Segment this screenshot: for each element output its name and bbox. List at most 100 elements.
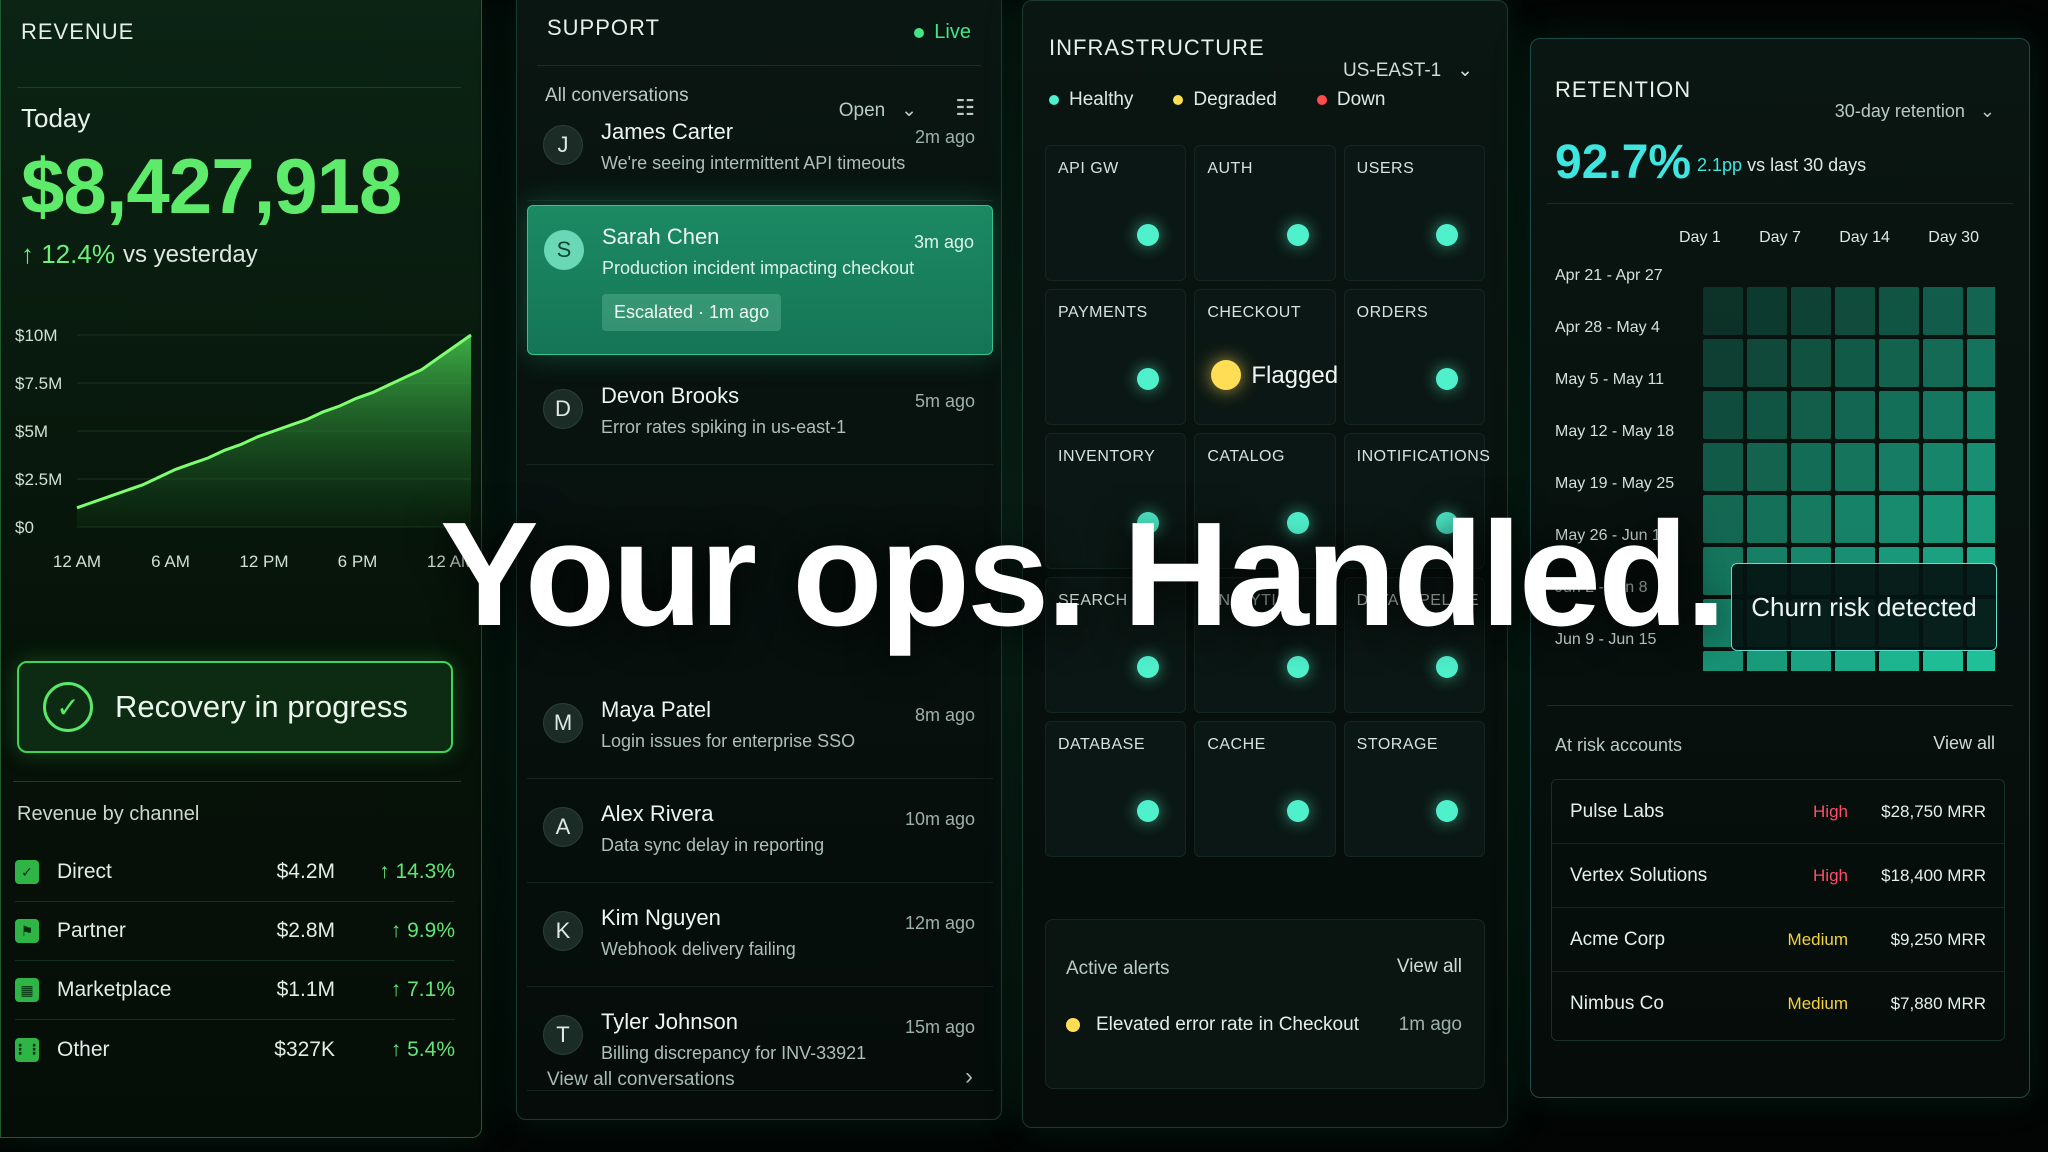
channel-row[interactable]: ✓ Direct $4.2M ↑ 14.3% [15, 843, 455, 902]
heatmap-cell [1923, 651, 1963, 671]
contact-name: Sarah Chen [602, 224, 720, 249]
status-dot-icon [1435, 800, 1458, 822]
channel-name: Other [57, 1037, 110, 1061]
service-tile[interactable]: PAYMENTS [1045, 289, 1187, 425]
service-tile[interactable]: CHECKOUT Flagged [1194, 289, 1338, 425]
day-label: Day 7 [1759, 229, 1801, 246]
conversation-item[interactable]: K Kim Nguyen Webhook delivery failing 12m a… [527, 887, 993, 987]
conversation-item[interactable]: J James Carter We're seeing intermittent A… [527, 101, 993, 201]
legend-degraded: Degraded [1173, 89, 1277, 111]
channel-name: Partner [57, 919, 126, 942]
revenue-chart: $10M$7.5M$5M$2.5M$012 AM 6 AM 12 PM 6 PM 12 … [15, 326, 475, 571]
service-tile[interactable]: API GW [1045, 145, 1187, 281]
heatmap-cell [1747, 495, 1787, 543]
status-dot-icon [1137, 224, 1160, 246]
active-alerts-card: Active alerts View all Elevated error ra… [1045, 919, 1485, 1089]
live-dot-icon [914, 27, 925, 38]
account-row[interactable]: Acme Corp Medium $9,250 MRR [1552, 908, 2004, 972]
at-risk-view-all-link[interactable]: View all [1933, 733, 1995, 754]
revenue-title: REVENUE [21, 19, 135, 44]
heatmap-cell [1879, 495, 1919, 543]
channel-row[interactable]: ▦ Marketplace $1.1M ↑ 7.1% [15, 961, 455, 1020]
heatmap-cell [1835, 443, 1875, 491]
conversation-item[interactable]: A Alex Rivera Data sync delay in reporting… [527, 783, 993, 883]
heatmap-cell [1791, 391, 1831, 439]
message-preview: Data sync delay in reporting [601, 835, 825, 855]
cohort-label: May 5 - May 11 [1555, 371, 1665, 388]
delta-suffix: vs yesterday [122, 240, 258, 268]
divider [17, 87, 461, 88]
heatmap-cell [1791, 651, 1831, 671]
revenue-panel: REVENUE Today $8,427,918 ↑ 12.4% vs yest… [0, 0, 482, 1138]
alert-row[interactable]: Elevated error rate in Checkout 1m ago [1066, 1014, 1462, 1036]
heatmap-cell [1879, 287, 1919, 335]
today-label: Today [21, 103, 91, 133]
retention-dropdown[interactable]: 30-day retention ⌄ [1835, 101, 1995, 122]
account-mrr: $7,880 MRR [1890, 994, 1986, 1013]
heatmap-cell [1835, 391, 1875, 439]
contact-name: Maya Patel [601, 697, 712, 722]
service-name: DATABASE [1058, 736, 1145, 753]
channel-pct: ↑ 5.4% [390, 1037, 455, 1061]
avatar: J [543, 125, 583, 165]
account-row[interactable]: Nimbus Co Medium $7,880 MRR [1552, 972, 2004, 1036]
heatmap-cell [1747, 391, 1787, 439]
channel-pct: ↑ 9.9% [390, 919, 455, 942]
heatmap-cell [1923, 391, 1963, 439]
service-name: CATALOG [1207, 448, 1285, 465]
churn-risk-callout[interactable]: Churn risk detected [1731, 563, 1997, 651]
heatmap-cell [1747, 651, 1787, 671]
service-name: CHECKOUT [1207, 304, 1302, 321]
message-preview: Billing discrepancy for INV-33921 [601, 1043, 867, 1063]
divider [1547, 705, 2013, 706]
service-tile[interactable]: USERS [1343, 145, 1485, 281]
partner-icon: ⚑ [15, 919, 39, 943]
avatar: K [543, 911, 583, 951]
service-tile[interactable]: CACHE [1194, 721, 1336, 857]
heatmap-cell [1703, 339, 1743, 387]
heatmap-cell [1747, 443, 1787, 491]
avatar: A [543, 807, 583, 847]
conversation-item[interactable]: D Devon Brooks Error rates spiking in us-e… [527, 365, 993, 465]
contact-name: Devon Brooks [601, 383, 740, 408]
heatmap-cell [1791, 339, 1831, 387]
service-tile[interactable]: AUTH [1194, 145, 1336, 281]
service-tile[interactable]: DATABASE [1045, 721, 1187, 857]
channel-row[interactable]: ⋮⋮ Other $327K ↑ 5.4% [13, 1020, 455, 1079]
region-dropdown[interactable]: US-EAST-1 ⌄ [1343, 59, 1473, 82]
service-tile[interactable]: ORDERS [1343, 289, 1485, 425]
status-dot-icon [1211, 360, 1242, 390]
conversation-item[interactable]: S Sarah Chen Production incident impacting… [527, 205, 993, 355]
legend-healthy: Healthy [1049, 89, 1133, 111]
channel-row[interactable]: ⚑ Partner $2.8M ↑ 9.9% [15, 902, 455, 961]
support-title: SUPPORT [547, 15, 660, 40]
timestamp: 5m ago [914, 391, 975, 411]
infrastructure-title: INFRASTRUCTURE [1049, 35, 1265, 60]
alerts-title: Active alerts [1066, 958, 1170, 979]
heatmap-cell [1879, 443, 1919, 491]
heatmap-cell [1967, 651, 1995, 671]
marketplace-icon: ▦ [15, 978, 39, 1002]
heatmap-cell [1923, 287, 1963, 335]
account-row[interactable]: Pulse Labs High $28,750 MRR [1552, 780, 2004, 844]
account-mrr: $9,250 MRR [1890, 929, 1986, 949]
alert-text: Elevated error rate in Checkout [1096, 1014, 1359, 1035]
heatmap-cell [1791, 287, 1831, 335]
account-row[interactable]: Vertex Solutions High $18,400 MRR [1552, 844, 2004, 908]
timestamp: 15m ago [904, 1017, 975, 1037]
service-name: PAYMENTS [1058, 304, 1148, 321]
delta-pct: ↑ 12.4% [21, 239, 115, 269]
recovery-button[interactable]: ✓ Recovery in progress [17, 661, 453, 753]
conversation-item[interactable]: M Maya Patel Login issues for enterprise S… [527, 679, 993, 779]
service-name: STORAGE [1356, 736, 1439, 753]
retention-delta-suffix: vs last 30 days [1747, 155, 1867, 175]
risk-badge: High [1813, 801, 1848, 821]
channel-list: ✓ Direct $4.2M ↑ 14.3% ⚑ Partner $2.8M ↑ 9.9% ▦ M… [13, 843, 455, 1079]
stage: REVENUE Today $8,427,918 ↑ 12.4% vs yest… [0, 0, 2048, 1152]
y-tick-label: $2.5M [15, 470, 62, 489]
retention-delta-value: ↑ 2.1pp [1683, 155, 1743, 175]
conversation-item[interactable]: T Tyler Johnson Billing discrepancy for IN… [527, 991, 993, 1091]
service-tile[interactable]: STORAGE [1343, 721, 1485, 857]
alerts-view-all-link[interactable]: View all [1397, 956, 1462, 978]
contact-name: Alex Rivera [601, 801, 714, 826]
